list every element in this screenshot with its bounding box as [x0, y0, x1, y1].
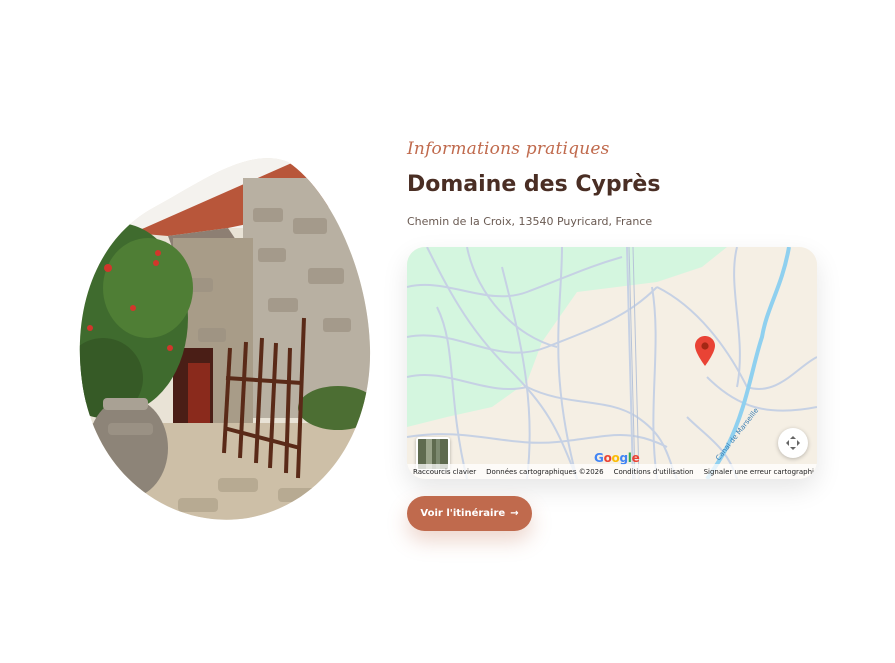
- map-pin-icon[interactable]: [695, 336, 715, 366]
- venue-title: Domaine des Cyprès: [407, 172, 661, 197]
- map-data-credit: Données cartographiques ©2026: [486, 467, 604, 476]
- keyboard-shortcuts-link[interactable]: Raccourcis clavier: [413, 468, 476, 476]
- location-map[interactable]: Canal de Marseille Google Raccourcis cla…: [407, 247, 817, 479]
- section-kicker: Informations pratiques: [407, 139, 610, 159]
- directions-button-label: Voir l'itinéraire: [420, 508, 506, 519]
- map-attribution: Raccourcis clavier Données cartographiqu…: [407, 464, 817, 479]
- map-tiles[interactable]: Canal de Marseille: [407, 247, 817, 479]
- arrow-right-icon: →: [510, 508, 519, 519]
- fullscreen-icon: [786, 436, 800, 450]
- practical-info: Informations pratiques Domaine des Cyprè…: [407, 135, 819, 229]
- venue-photo: [78, 158, 371, 520]
- directions-button[interactable]: Voir l'itinéraire →: [407, 496, 532, 531]
- google-logo: Google: [594, 451, 640, 465]
- report-error-link[interactable]: Signaler une erreur cartographique: [704, 468, 817, 476]
- terms-link[interactable]: Conditions d'utilisation: [614, 468, 694, 476]
- venue-address: Chemin de la Croix, 13540 Puyricard, Fra…: [407, 215, 653, 228]
- fullscreen-button[interactable]: [778, 428, 808, 458]
